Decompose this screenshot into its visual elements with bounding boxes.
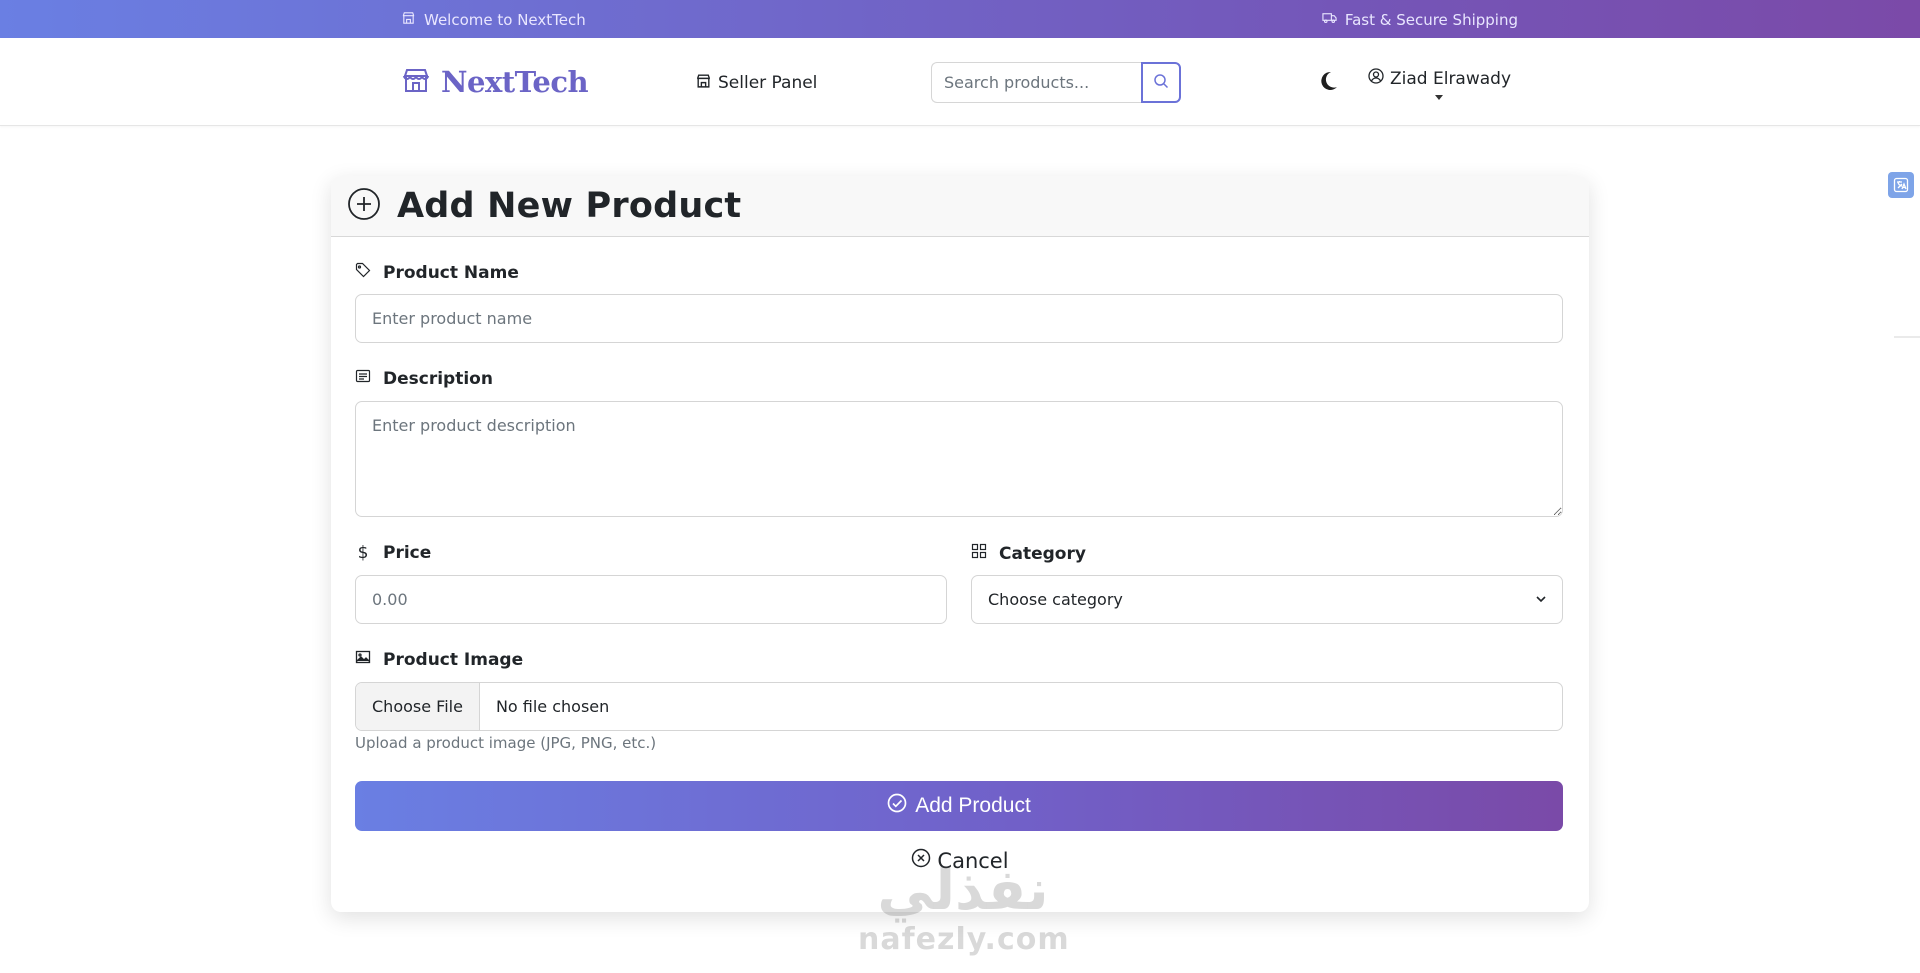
top-promo-bar: Welcome to NextTech Fast & Secure Shippi… (0, 0, 1920, 38)
file-status-text: No file chosen (495, 697, 610, 716)
add-product-card: Add New Product Product Name Description… (331, 176, 1589, 912)
seller-panel-link[interactable]: Seller Panel (695, 72, 817, 94)
category-label-text: Category (999, 543, 1086, 564)
welcome-message: Welcome to NextTech (401, 10, 586, 29)
check-circle-icon (887, 793, 907, 819)
search-icon (1153, 73, 1169, 93)
tag-icon (355, 262, 371, 283)
shipping-message: Fast & Secure Shipping (1322, 10, 1518, 29)
choose-file-button[interactable]: Choose File (356, 683, 480, 730)
image-upload-hint: Upload a product image (JPG, PNG, etc.) (355, 734, 657, 752)
search-button[interactable] (1141, 62, 1181, 103)
user-circle-icon (1368, 68, 1384, 89)
description-textarea[interactable] (355, 401, 1563, 517)
category-selected-value: Choose category (988, 590, 1123, 609)
truck-icon (1322, 10, 1337, 29)
search-input[interactable] (931, 62, 1141, 103)
card-header: Add New Product (331, 176, 1589, 237)
grid-icon (971, 543, 987, 564)
product-name-label: Product Name (355, 262, 519, 283)
description-label-text: Description (383, 368, 493, 389)
category-label: Category (971, 543, 1086, 564)
watermark-latin: nafezly.com (858, 922, 1070, 957)
category-select[interactable]: Choose category (971, 575, 1563, 624)
description-label: Description (355, 368, 493, 389)
brand-name: NextTech (441, 65, 589, 99)
product-name-label-text: Product Name (383, 262, 519, 283)
price-label: $ Price (355, 543, 432, 563)
welcome-text: Welcome to NextTech (424, 10, 586, 29)
product-image-label-text: Product Image (383, 649, 524, 670)
dark-mode-toggle[interactable] (1317, 70, 1339, 92)
page-title: Add New Product (397, 186, 742, 226)
image-icon (355, 649, 371, 670)
shipping-text: Fast & Secure Shipping (1344, 10, 1518, 29)
product-image-file-input[interactable]: Choose File No file chosen (355, 682, 1563, 731)
store-icon (401, 10, 416, 29)
store-logo-icon (401, 65, 431, 99)
product-name-input[interactable] (355, 294, 1563, 343)
add-product-button[interactable]: Add Product (355, 781, 1563, 831)
seller-panel-label: Seller Panel (718, 73, 818, 93)
user-name: Ziad Elrawady (1390, 68, 1512, 89)
search-form (931, 62, 1181, 103)
user-menu-toggle[interactable]: Ziad Elrawady (1368, 68, 1511, 89)
add-product-button-label: Add Product (915, 794, 1031, 817)
main-navbar: NextTech Seller Panel Ziad Elrawady (0, 38, 1920, 126)
translate-icon[interactable] (1888, 172, 1914, 198)
watermark-logo: نفذلي nafezly.com (858, 858, 1070, 970)
plus-circle-icon (347, 187, 381, 225)
store-icon (695, 72, 712, 94)
chevron-down-icon[interactable] (1435, 95, 1443, 100)
moon-icon (1317, 71, 1339, 96)
dollar-icon: $ (357, 543, 369, 563)
watermark-arabic: نفذلي (877, 858, 1049, 923)
product-image-label: Product Image (355, 649, 523, 670)
price-label-text: Price (383, 543, 432, 563)
brand-logo-link[interactable]: NextTech (401, 65, 589, 99)
edge-divider (1894, 336, 1920, 338)
chevron-down-icon (1534, 591, 1548, 605)
price-input[interactable] (355, 575, 947, 624)
text-lines-icon (355, 368, 371, 389)
